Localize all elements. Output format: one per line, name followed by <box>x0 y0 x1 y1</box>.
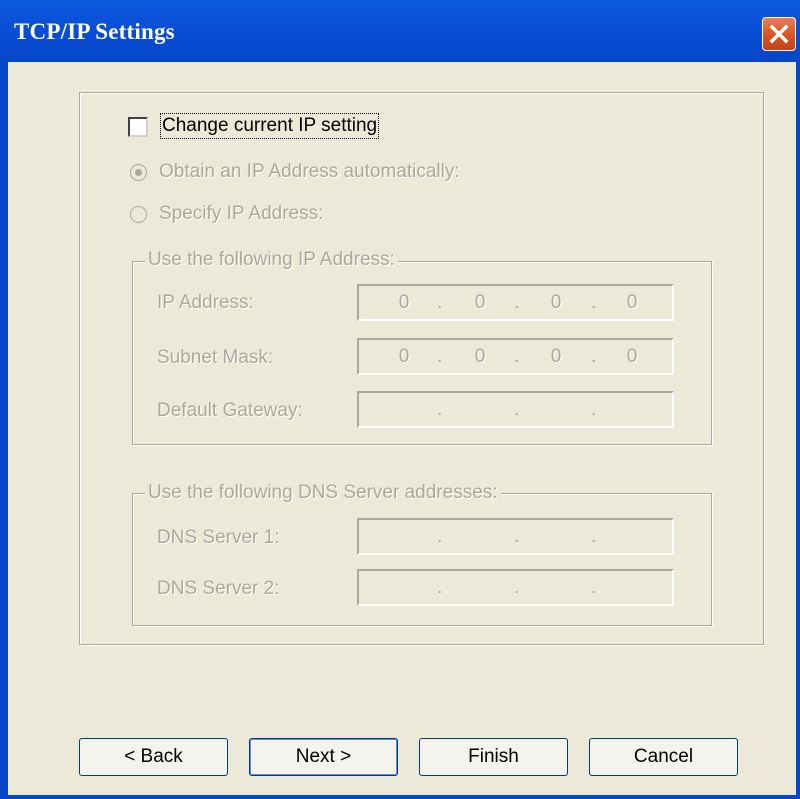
octet-separator: . <box>514 292 520 313</box>
ip-address-group-legend: Use the following IP Address: <box>145 249 398 271</box>
default-gateway-label: Default Gateway: <box>157 400 303 421</box>
octet-separator: . <box>591 346 597 367</box>
octet-separator: . <box>514 526 520 547</box>
octet-separator: . <box>591 292 597 313</box>
change-ip-checkbox[interactable] <box>128 117 148 137</box>
ip-address-octet-3: 0 <box>550 292 562 313</box>
octet-separator: . <box>591 399 597 420</box>
default-gateway-field[interactable]: . . . <box>357 391 674 428</box>
specify-ip-label: Specify IP Address: <box>159 203 324 224</box>
dns-server-group <box>132 493 712 626</box>
octet-separator: . <box>591 577 597 598</box>
octet-separator: . <box>514 346 520 367</box>
dns-server-1-field[interactable]: . . . <box>357 518 674 555</box>
ip-address-label: IP Address: <box>157 292 254 313</box>
dns-server-2-field[interactable]: . . . <box>357 569 674 606</box>
specify-ip-radio[interactable] <box>130 206 147 223</box>
window-frame-bottom <box>0 795 800 799</box>
close-icon <box>769 24 789 44</box>
window-frame-right <box>796 62 800 799</box>
ip-address-octet-1: 0 <box>398 292 410 313</box>
tcpip-settings-dialog: TCP/IP Settings Change current IP settin… <box>0 0 800 799</box>
subnet-mask-octet-4: 0 <box>626 346 638 367</box>
obtain-ip-auto-label: Obtain an IP Address automatically: <box>159 161 460 182</box>
octet-separator: . <box>437 292 443 313</box>
window-title: TCP/IP Settings <box>14 19 175 44</box>
back-button[interactable]: < Back <box>79 738 228 776</box>
octet-separator: . <box>437 399 443 420</box>
next-button[interactable]: Next > <box>249 738 398 776</box>
obtain-ip-auto-radio[interactable] <box>130 164 147 181</box>
ip-address-field[interactable]: 0 . 0 . 0 . 0 <box>357 284 674 321</box>
octet-separator: . <box>514 577 520 598</box>
ip-address-octet-2: 0 <box>474 292 486 313</box>
change-ip-label[interactable]: Change current IP setting <box>159 113 380 139</box>
octet-separator: . <box>514 399 520 420</box>
octet-separator: . <box>591 526 597 547</box>
dns-server-1-label: DNS Server 1: <box>157 527 280 548</box>
close-button[interactable] <box>762 17 796 51</box>
dns-server-2-label: DNS Server 2: <box>157 578 280 599</box>
window-frame-left <box>0 62 8 799</box>
ip-address-octet-4: 0 <box>626 292 638 313</box>
subnet-mask-label: Subnet Mask: <box>157 347 274 368</box>
octet-separator: . <box>437 526 443 547</box>
octet-separator: . <box>437 346 443 367</box>
dns-server-group-legend: Use the following DNS Server addresses: <box>145 482 501 504</box>
octet-separator: . <box>437 577 443 598</box>
finish-button[interactable]: Finish <box>419 738 568 776</box>
subnet-mask-octet-2: 0 <box>474 346 486 367</box>
subnet-mask-octet-1: 0 <box>398 346 410 367</box>
subnet-mask-field[interactable]: 0 . 0 . 0 . 0 <box>357 338 674 375</box>
cancel-button[interactable]: Cancel <box>589 738 738 776</box>
subnet-mask-octet-3: 0 <box>550 346 562 367</box>
title-bar[interactable]: TCP/IP Settings <box>0 0 800 62</box>
